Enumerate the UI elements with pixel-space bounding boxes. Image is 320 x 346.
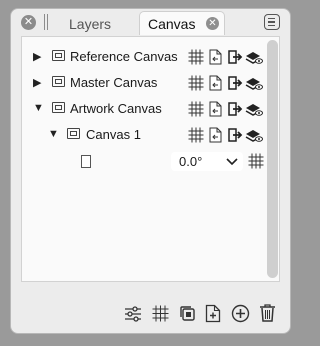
- document-settings-icon[interactable]: [209, 75, 223, 94]
- tab-canvas[interactable]: Canvas ✕: [139, 11, 225, 35]
- drag-handle-icon[interactable]: [44, 14, 48, 30]
- add-icon[interactable]: [231, 304, 250, 326]
- canvas-icon: [52, 50, 65, 61]
- rotation-select[interactable]: 0.0°: [171, 152, 243, 171]
- expand-triangle-icon[interactable]: ▶: [33, 50, 41, 63]
- export-icon[interactable]: [227, 49, 243, 68]
- panel-menu-icon[interactable]: [264, 14, 280, 30]
- hide-icon[interactable]: [245, 101, 263, 120]
- vertical-scrollbar[interactable]: [267, 40, 278, 278]
- collapse-triangle-icon[interactable]: ▼: [33, 102, 44, 114]
- hide-icon[interactable]: [245, 49, 263, 68]
- tab-bar: ✕ Layers Canvas ✕: [11, 9, 290, 37]
- canvas-row-master[interactable]: ▶ Master Canvas: [22, 70, 264, 96]
- row-actions: [188, 75, 264, 91]
- canvas-label: Reference Canvas: [70, 49, 178, 64]
- canvas-icon: [67, 128, 80, 139]
- canvas-list: ▶ Reference Canvas ▶ Master Canvas ▼ Art…: [21, 36, 280, 282]
- canvas-label: Master Canvas: [70, 75, 158, 90]
- hide-icon[interactable]: [245, 75, 263, 94]
- grid-icon[interactable]: [188, 101, 204, 120]
- export-icon[interactable]: [227, 101, 243, 120]
- page-document-icon: [81, 155, 91, 168]
- canvas-row-reference[interactable]: ▶ Reference Canvas: [22, 44, 264, 70]
- canvas-icon: [52, 102, 65, 113]
- collapse-triangle-icon[interactable]: ▼: [48, 128, 59, 140]
- row-actions: [188, 101, 264, 117]
- tab-layers[interactable]: Layers: [69, 16, 111, 32]
- chevron-down-icon: [225, 152, 239, 173]
- grid-icon[interactable]: [152, 305, 169, 325]
- trash-icon[interactable]: [259, 303, 276, 326]
- canvas-panel: ✕ Layers Canvas ✕ ▶ Reference Canvas ▶ M…: [10, 8, 291, 334]
- row-actions: [188, 49, 264, 65]
- canvas-row-canvas-1[interactable]: ▼ Canvas 1: [22, 122, 264, 148]
- grid-icon[interactable]: [248, 153, 264, 172]
- canvas-label: Artwork Canvas: [70, 101, 162, 116]
- page-row[interactable]: 0.0°: [22, 148, 264, 174]
- hide-icon[interactable]: [245, 127, 263, 146]
- expand-triangle-icon[interactable]: ▶: [33, 76, 41, 89]
- add-page-icon[interactable]: [205, 304, 221, 326]
- tab-canvas-label: Canvas: [148, 16, 196, 32]
- export-icon[interactable]: [227, 127, 243, 146]
- canvas-row-artwork[interactable]: ▼ Artwork Canvas: [22, 96, 264, 122]
- rotation-value: 0.0°: [179, 154, 203, 169]
- bottom-toolbar: [11, 301, 290, 331]
- grid-icon[interactable]: [188, 127, 204, 146]
- duplicate-icon[interactable]: [179, 305, 196, 325]
- settings-sliders-icon[interactable]: [124, 305, 142, 326]
- grid-icon[interactable]: [188, 75, 204, 94]
- grid-icon[interactable]: [188, 49, 204, 68]
- close-panel-icon[interactable]: ✕: [21, 15, 36, 30]
- document-settings-icon[interactable]: [209, 127, 223, 146]
- canvas-icon: [52, 76, 65, 87]
- canvas-label: Canvas 1: [86, 127, 141, 142]
- export-icon[interactable]: [227, 75, 243, 94]
- row-actions: [188, 127, 264, 143]
- document-settings-icon[interactable]: [209, 49, 223, 68]
- document-settings-icon[interactable]: [209, 101, 223, 120]
- close-tab-icon[interactable]: ✕: [206, 17, 219, 30]
